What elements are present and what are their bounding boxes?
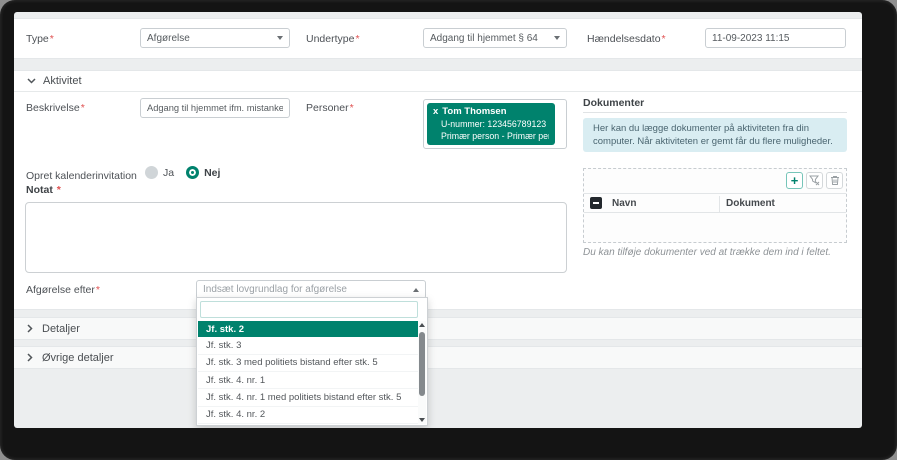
dokumenter-title: Dokumenter bbox=[583, 97, 644, 109]
remove-person-icon[interactable]: x bbox=[433, 106, 438, 117]
radio-option-ja[interactable]: Ja bbox=[145, 166, 174, 179]
caret-down-icon bbox=[554, 36, 560, 40]
combobox-placeholder: Indsæt lovgrundlag for afgørelse bbox=[203, 284, 347, 295]
notat-textarea[interactable] bbox=[25, 202, 567, 273]
kalender-radio-group: Ja Nej bbox=[145, 166, 220, 179]
form-page: Type* Afgørelse Undertype* Adgang til hj… bbox=[14, 12, 862, 428]
dropdown-option[interactable]: Jf. stk. 4. nr. 1 med politiets bistand … bbox=[198, 389, 420, 406]
delete-document-button[interactable] bbox=[826, 172, 843, 189]
person-unumber: U-nummer: 123456789123 bbox=[433, 119, 549, 129]
radio-icon bbox=[145, 166, 158, 179]
undertype-select-value: Adgang til hjemmet § 64 bbox=[430, 33, 538, 44]
type-label: Type* bbox=[26, 33, 54, 45]
dropdown-option[interactable]: Jf. stk. 3 med politiets bistand efter s… bbox=[198, 355, 420, 372]
dropdown-search-input[interactable] bbox=[200, 301, 418, 318]
haendelsesdato-label: Hændelsesdato* bbox=[587, 33, 666, 45]
haendelsesdato-input-wrap bbox=[705, 28, 846, 48]
personer-field[interactable]: x Tom Thomsen U-nummer: 123456789123 Pri… bbox=[423, 99, 567, 149]
person-name: Tom Thomsen bbox=[442, 106, 506, 117]
dropdown-option[interactable]: Jf. stk. 3 bbox=[198, 337, 420, 354]
personer-label: Personer* bbox=[306, 102, 354, 114]
dokumenter-divider bbox=[583, 112, 847, 113]
type-select[interactable]: Afgørelse bbox=[140, 28, 290, 48]
required-marker: * bbox=[96, 284, 100, 296]
aktivitet-section-header[interactable]: Aktivitet bbox=[14, 71, 862, 92]
column-header-navn: Navn bbox=[612, 198, 636, 209]
person-tag: x Tom Thomsen U-nummer: 123456789123 Pri… bbox=[427, 103, 555, 145]
dropdown-option[interactable]: Jf. stk. 4. nr. 1 bbox=[198, 372, 420, 389]
undertype-select[interactable]: Adgang til hjemmet § 64 bbox=[423, 28, 567, 48]
type-select-value: Afgørelse bbox=[147, 33, 190, 44]
radio-icon bbox=[186, 166, 199, 179]
dropdown-option[interactable]: Jf. stk. 4. nr. 2 bbox=[198, 407, 420, 424]
beskrivelse-input-wrap bbox=[140, 98, 290, 118]
afgoerelse-efter-dropdown: Jf. stk. 2Jf. stk. 3Jf. stk. 3 med polit… bbox=[196, 297, 428, 426]
scrollbar-thumb[interactable] bbox=[419, 332, 425, 396]
aktivitet-section-title: Aktivitet bbox=[43, 75, 82, 87]
notat-label: Notat * bbox=[26, 184, 61, 196]
required-marker: * bbox=[355, 33, 359, 45]
clear-filter-icon bbox=[809, 175, 820, 186]
trash-icon bbox=[830, 175, 840, 186]
dokumenter-table-header: Navn Dokument bbox=[584, 193, 846, 213]
beskrivelse-input[interactable] bbox=[147, 103, 283, 113]
detaljer-section-header[interactable]: Detaljer bbox=[14, 317, 862, 340]
add-document-button[interactable]: + bbox=[786, 172, 803, 189]
column-header-dokument: Dokument bbox=[726, 198, 775, 209]
person-role: Primær person - Primær person bbox=[433, 131, 549, 141]
caret-down-icon bbox=[277, 36, 283, 40]
scroll-up-icon[interactable] bbox=[419, 323, 425, 327]
required-marker: * bbox=[350, 102, 354, 114]
required-marker: * bbox=[57, 184, 61, 196]
afgoerelse-efter-label: Afgørelse efter* bbox=[26, 284, 100, 296]
chevron-right-icon bbox=[27, 324, 33, 333]
dokumenter-info-box: Her kan du lægge dokumenter på aktivitet… bbox=[583, 118, 847, 152]
dropdown-options: Jf. stk. 2Jf. stk. 3Jf. stk. 3 med polit… bbox=[198, 321, 420, 424]
undertype-label: Undertype* bbox=[306, 33, 360, 45]
required-marker: * bbox=[81, 102, 85, 114]
column-divider bbox=[719, 196, 720, 212]
dokumenter-toolbar: + bbox=[786, 172, 843, 189]
dropdown-option[interactable]: Jf. stk. 2 bbox=[198, 321, 420, 337]
clear-filter-button[interactable] bbox=[806, 172, 823, 189]
chevron-down-icon bbox=[27, 78, 36, 84]
dokumenter-drop-zone[interactable]: + Navn Dokument bbox=[583, 168, 847, 243]
beskrivelse-label: Beskrivelse* bbox=[26, 102, 85, 114]
dropdown-scrollbar[interactable] bbox=[418, 321, 426, 424]
chevron-right-icon bbox=[27, 353, 33, 362]
scroll-down-icon[interactable] bbox=[419, 418, 425, 422]
required-marker: * bbox=[662, 33, 666, 45]
required-marker: * bbox=[50, 33, 54, 45]
detaljer-section-title: Detaljer bbox=[42, 323, 80, 335]
type-row-card: Type* Afgørelse Undertype* Adgang til hj… bbox=[14, 18, 862, 59]
haendelsesdato-input[interactable] bbox=[712, 33, 839, 44]
select-all-checkbox[interactable] bbox=[590, 197, 602, 209]
radio-option-nej[interactable]: Nej bbox=[186, 166, 220, 179]
caret-up-icon bbox=[413, 288, 419, 292]
oevrige-detaljer-section-header[interactable]: Øvrige detaljer bbox=[14, 346, 862, 369]
dokumenter-hint: Du kan tilføje dokumenter ved at trække … bbox=[583, 247, 831, 258]
kalender-label: Opret kalenderinvitation bbox=[26, 170, 137, 182]
plus-icon: + bbox=[791, 174, 799, 187]
aktivitet-card: Aktivitet Beskrivelse* Personer* x Tom T… bbox=[14, 70, 862, 310]
oevrige-detaljer-section-title: Øvrige detaljer bbox=[42, 352, 114, 364]
window-frame: Type* Afgørelse Undertype* Adgang til hj… bbox=[0, 0, 897, 460]
